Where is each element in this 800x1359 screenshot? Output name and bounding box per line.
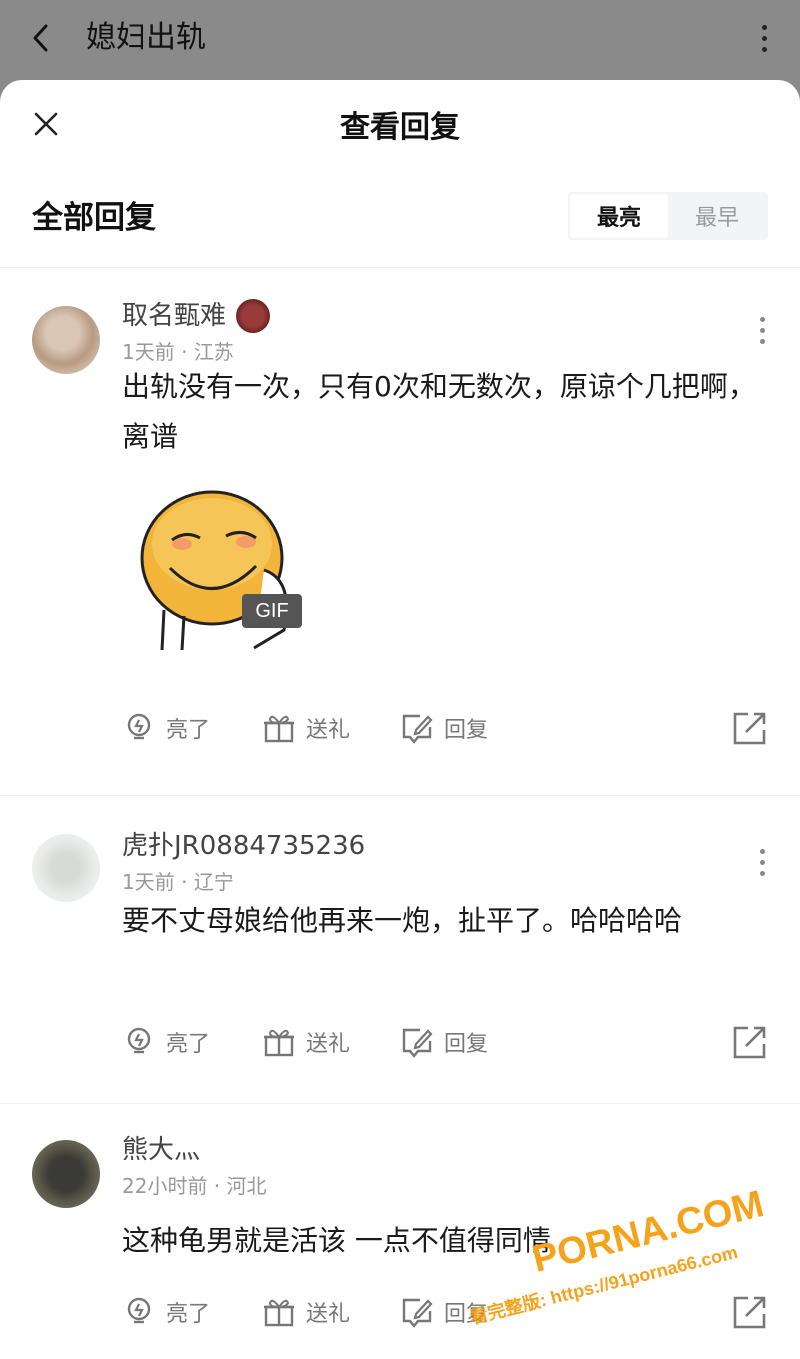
comment-text: 要不丈母娘给他再来一炮，扯平了。哈哈哈哈 xyxy=(122,904,683,937)
like-label: 亮了 xyxy=(166,718,211,743)
sheet-title: 查看回复 xyxy=(340,110,460,145)
app-bar: 媳妇出轨 xyxy=(0,0,800,80)
comment-actions: 亮了 送礼 回复 xyxy=(122,1290,770,1334)
username[interactable]: 熊大灬 xyxy=(122,1132,200,1168)
section-header: 全部回复 最亮 最早 xyxy=(0,176,800,268)
share-icon[interactable] xyxy=(730,1292,770,1332)
comment-text: 这种龟男就是活该 一点不值得同情 xyxy=(122,1224,551,1257)
gift-icon xyxy=(264,1029,294,1057)
gif-badge: GIF xyxy=(242,594,302,628)
comment-meta: 22小时前 · 河北 xyxy=(122,1174,267,1198)
like-button[interactable]: 亮了 xyxy=(122,1020,210,1064)
comment-location: 辽宁 xyxy=(193,870,234,894)
comment-meta: 1天前 · 辽宁 xyxy=(122,870,234,894)
comment-text: 出轨没有一次，只有0次和无数次，原谅个几把啊，离谱 xyxy=(122,370,756,453)
badge-icon xyxy=(236,299,271,333)
username[interactable]: 虎扑JR0884735236 xyxy=(122,828,365,864)
sheet-header: 查看回复 xyxy=(0,80,800,176)
comment-username-row: 虎扑JR0884735236 xyxy=(122,828,365,864)
share-icon[interactable] xyxy=(730,708,770,748)
comment-username-row: 取名甄难 xyxy=(122,298,271,334)
gift-label: 送礼 xyxy=(306,1032,351,1057)
reply-label: 回复 xyxy=(444,1302,489,1327)
reply-label: 回复 xyxy=(444,1032,489,1057)
gift-icon xyxy=(264,715,294,743)
comment-time: 22小时前 xyxy=(122,1174,208,1198)
avatar[interactable] xyxy=(32,306,100,374)
lightbulb-icon xyxy=(127,713,151,740)
reply-label: 回复 xyxy=(444,718,489,743)
comment-more-icon[interactable] xyxy=(754,844,770,880)
like-button[interactable]: 亮了 xyxy=(122,706,210,750)
gift-button[interactable]: 送礼 xyxy=(262,706,350,750)
sort-toggle: 最亮 最早 xyxy=(568,192,768,240)
sort-option-earliest[interactable]: 最早 xyxy=(668,194,766,238)
avatar[interactable] xyxy=(32,1140,100,1208)
comment-time: 1天前 xyxy=(122,340,175,364)
sort-option-hottest[interactable]: 最亮 xyxy=(570,194,668,238)
avatar[interactable] xyxy=(32,834,100,902)
comment-more-icon[interactable] xyxy=(754,312,770,348)
back-arrow-icon[interactable] xyxy=(24,18,56,58)
section-title: 全部回复 xyxy=(32,200,156,236)
comment-location: 河北 xyxy=(226,1174,267,1198)
like-label: 亮了 xyxy=(166,1032,211,1057)
like-button[interactable]: 亮了 xyxy=(122,1290,210,1334)
gift-label: 送礼 xyxy=(306,718,351,743)
comment-time: 1天前 xyxy=(122,870,175,894)
edit-comment-icon xyxy=(402,1298,433,1328)
comment-item: 熊大灬 22小时前 · 河北 这种龟男就是活该 一点不值得同情 亮了 送礼 回复 xyxy=(0,1104,800,1359)
gift-label: 送礼 xyxy=(306,1302,351,1327)
comment-actions: 亮了 送礼 回复 xyxy=(122,1020,770,1064)
like-label: 亮了 xyxy=(166,1302,211,1327)
reply-button[interactable]: 回复 xyxy=(400,1290,488,1334)
gift-icon xyxy=(264,1299,294,1327)
more-vertical-icon[interactable] xyxy=(754,18,774,58)
gift-button[interactable]: 送礼 xyxy=(262,1020,350,1064)
edit-comment-icon xyxy=(402,714,433,744)
lightbulb-icon xyxy=(127,1297,151,1324)
username[interactable]: 取名甄难 xyxy=(122,298,226,334)
comment-item: 取名甄难 1天前 · 江苏 出轨没有一次，只有0次和无数次，原谅个几把啊，离谱 … xyxy=(0,268,800,796)
app-bar-title: 媳妇出轨 xyxy=(86,20,206,55)
lightbulb-icon xyxy=(127,1027,151,1054)
reply-sheet: 查看回复 全部回复 最亮 最早 取名甄难 1天前 · 江苏 出轨没有一次，只有0… xyxy=(0,80,800,1359)
gif-image[interactable]: GIF xyxy=(134,480,310,651)
reply-button[interactable]: 回复 xyxy=(400,706,488,750)
comment-username-row: 熊大灬 xyxy=(122,1132,200,1168)
share-icon[interactable] xyxy=(730,1022,770,1062)
comment-location: 江苏 xyxy=(193,340,234,364)
comment-item: 虎扑JR0884735236 1天前 · 辽宁 要不丈母娘给他再来一炮，扯平了。… xyxy=(0,796,800,1104)
reply-button[interactable]: 回复 xyxy=(400,1020,488,1064)
comment-actions: 亮了 送礼 回复 xyxy=(122,706,770,750)
gift-button[interactable]: 送礼 xyxy=(262,1290,350,1334)
edit-comment-icon xyxy=(402,1028,433,1058)
